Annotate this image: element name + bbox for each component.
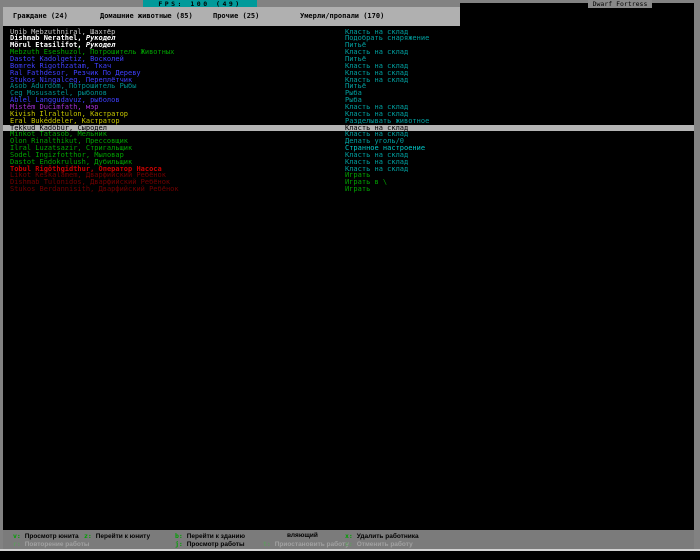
dwarf-fortress-window: FPS: 100 (49) Dwarf Fortress Граждане (2…	[0, 0, 700, 560]
unit-row[interactable]: Stukos Berdannisith, Дварфийский Ребёнок…	[3, 186, 694, 193]
tab-3[interactable]: Прочие (25)	[213, 7, 259, 26]
keybinding-bar: v: Просмотр юнита z: Перейти к юниту b: Пе…	[3, 530, 694, 549]
unit-category-tabbar: Граждане (24) Домашние животные (85) Прочи…	[3, 7, 460, 26]
keybind-j[interactable]: j: Просмотр работы	[175, 540, 245, 549]
keybind-z[interactable]: z: Перейти к юниту	[84, 532, 150, 541]
unit-job: Играть	[345, 185, 371, 194]
unit-name: Stukos Berdannisith, Дварфийский Ребёнок	[10, 185, 179, 194]
keybind-t[interactable]: t: Приостановить работу	[263, 540, 349, 549]
window-title: Dwarf Fortress	[588, 0, 652, 8]
tab-4[interactable]: Умерли/пропали (170)	[300, 7, 384, 26]
window-bottom-border	[0, 549, 700, 551]
window-right-border	[694, 0, 700, 551]
keybind-r[interactable]: r: Повторение работы	[13, 540, 89, 549]
keybind-вляющий[interactable]: вляющий	[287, 532, 318, 540]
tab-2[interactable]: Домашние животные (85)	[100, 7, 193, 26]
tab-1[interactable]: Граждане (24)	[13, 7, 68, 26]
keybind-c[interactable]: c: Отменить работу	[345, 540, 413, 549]
